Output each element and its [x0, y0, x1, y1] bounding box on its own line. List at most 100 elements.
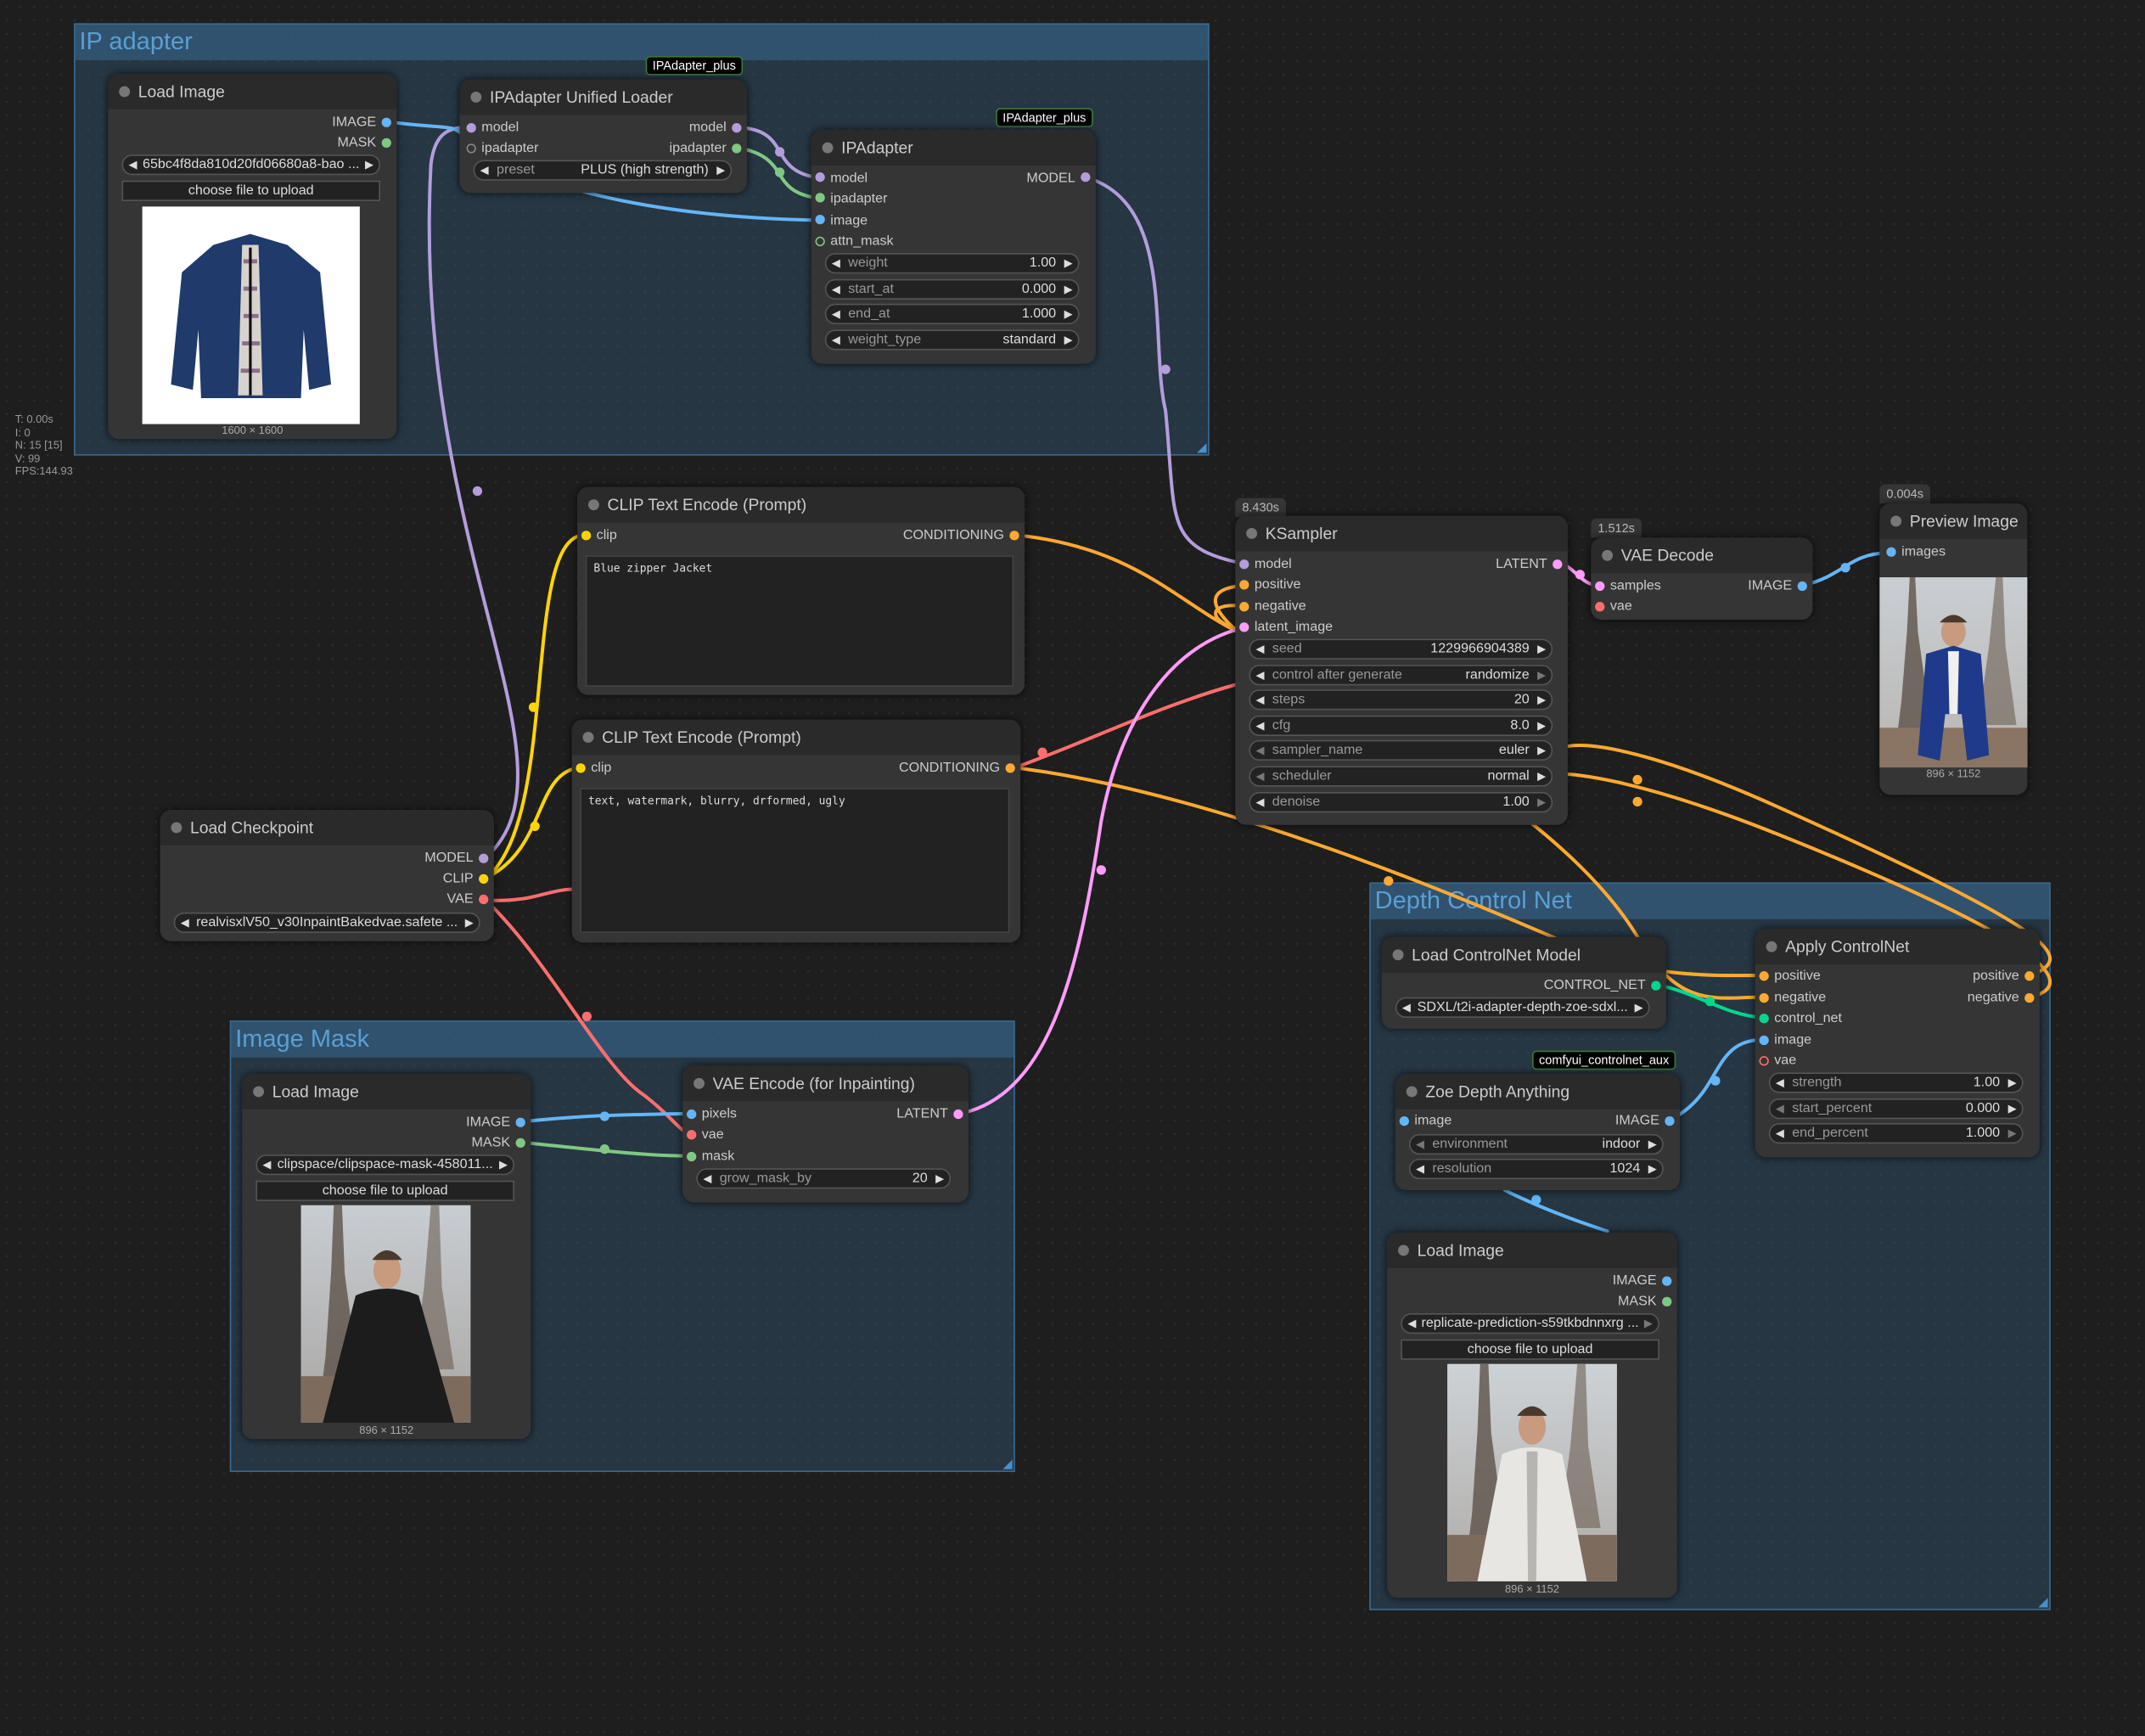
node-header[interactable]: Preview Image [1879, 503, 2028, 539]
input-slot-images[interactable] [1886, 547, 1896, 557]
node-header[interactable]: Load Image [1387, 1232, 1677, 1268]
collapse-dot[interactable] [822, 142, 834, 154]
input-slot-model[interactable] [1239, 559, 1249, 570]
arrow-right-icon[interactable]: ▶ [1064, 280, 1073, 298]
node-vae-encode-inpainting[interactable]: VAE Encode (for Inpainting) pixels vae m… [682, 1065, 969, 1203]
input-slot-vae[interactable] [1595, 602, 1605, 612]
output-slot-latent[interactable] [1553, 559, 1563, 570]
node-header[interactable]: VAE Encode (for Inpainting) [682, 1065, 969, 1102]
preset-select[interactable]: ◀ preset PLUS (high strength) ▶ [473, 160, 733, 181]
output-slot-conditioning[interactable] [1009, 531, 1019, 541]
input-slot-vae[interactable] [1759, 1056, 1769, 1066]
collapse-dot[interactable] [1398, 1244, 1409, 1256]
node-header[interactable]: VAE Decode [1591, 537, 1813, 574]
input-slot-model[interactable] [466, 123, 476, 133]
arrow-left-icon[interactable]: ◀ [703, 1170, 711, 1188]
output-slot-positive[interactable] [2024, 971, 2035, 981]
arrow-right-icon[interactable]: ▶ [1644, 1315, 1653, 1333]
input-slot-model[interactable] [815, 172, 825, 183]
arrow-right-icon[interactable]: ▶ [1064, 255, 1073, 272]
output-slot-mask[interactable] [1662, 1296, 1672, 1306]
node-header[interactable]: IPAdapter [811, 130, 1096, 166]
strength-widget[interactable]: ◀ strength 1.00 ▶ [1768, 1072, 2024, 1093]
node-vae-decode[interactable]: VAE Decode samples vae IMAGE [1591, 537, 1813, 621]
arrow-right-icon[interactable]: ▶ [2008, 1074, 2017, 1092]
collapse-dot[interactable] [693, 1077, 705, 1089]
arrow-left-icon[interactable]: ◀ [1255, 640, 1264, 658]
input-slot-image[interactable] [815, 215, 825, 225]
control-after-generate-select[interactable]: ◀ control after generate randomize ▶ [1249, 665, 1553, 686]
output-slot-image[interactable] [515, 1117, 525, 1127]
arrow-left-icon[interactable]: ◀ [1416, 1136, 1424, 1154]
input-slot-samples[interactable] [1595, 581, 1605, 592]
steps-widget[interactable]: ◀ steps 20 ▶ [1249, 689, 1553, 711]
arrow-left-icon[interactable]: ◀ [1255, 691, 1264, 709]
collapse-dot[interactable] [1246, 528, 1258, 539]
arrow-right-icon[interactable]: ▶ [1537, 794, 1546, 812]
arrow-right-icon[interactable]: ▶ [365, 156, 373, 174]
output-slot-image[interactable] [381, 117, 391, 127]
arrow-left-icon[interactable]: ◀ [832, 305, 840, 323]
arrow-left-icon[interactable]: ◀ [1402, 998, 1411, 1016]
output-slot-conditioning[interactable] [1005, 763, 1015, 773]
collapse-dot[interactable] [587, 499, 599, 511]
image-file-select[interactable]: ◀ 65bc4f8da810d20fd06680a8-bao ... ▶ [121, 154, 381, 176]
arrow-right-icon[interactable]: ▶ [2008, 1100, 2017, 1118]
arrow-right-icon[interactable]: ▶ [499, 1156, 508, 1174]
node-load-image-reference[interactable]: Load Image IMAGE MASK ◀ replicate-predict… [1387, 1232, 1677, 1598]
environment-select[interactable]: ◀ environment indoor ▶ [1408, 1133, 1664, 1155]
node-header[interactable]: KSampler [1235, 515, 1568, 552]
collapse-dot[interactable] [582, 732, 594, 744]
node-header[interactable]: Load Image [108, 74, 397, 110]
input-slot-positive[interactable] [1759, 971, 1769, 981]
arrow-left-icon[interactable]: ◀ [832, 280, 840, 298]
collapse-dot[interactable] [1406, 1086, 1418, 1098]
arrow-right-icon[interactable]: ▶ [1537, 666, 1546, 684]
node-ipadapter[interactable]: IPAdapter model ipadapter image attn_mas… [811, 130, 1096, 364]
denoise-widget[interactable]: ◀ denoise 1.00 ▶ [1249, 792, 1553, 813]
arrow-left-icon[interactable]: ◀ [1407, 1315, 1416, 1333]
collapse-dot[interactable] [1890, 515, 1902, 527]
arrow-right-icon[interactable]: ▶ [1064, 305, 1073, 323]
arrow-left-icon[interactable]: ◀ [480, 161, 489, 179]
resolution-widget[interactable]: ◀ resolution 1024 ▶ [1408, 1158, 1664, 1180]
input-slot-pixels[interactable] [687, 1109, 697, 1120]
seed-widget[interactable]: ◀ seed 1229966904389 ▶ [1249, 638, 1553, 660]
arrow-right-icon[interactable]: ▶ [1648, 1160, 1657, 1178]
output-slot-mask[interactable] [515, 1138, 525, 1149]
arrow-left-icon[interactable]: ◀ [181, 913, 189, 931]
node-clip-text-encode-positive[interactable]: CLIP Text Encode (Prompt) clip CONDITION… [577, 486, 1025, 695]
output-slot-latent[interactable] [953, 1109, 963, 1120]
input-slot-image[interactable] [1399, 1115, 1409, 1126]
upload-button[interactable]: choose file to upload [121, 180, 381, 201]
node-load-controlnet-model[interactable]: Load ControlNet Model CONTROL_NET ◀ SDXL/… [1381, 936, 1666, 1029]
output-slot-negative[interactable] [2024, 992, 2035, 1003]
collapse-dot[interactable] [1602, 549, 1614, 561]
input-slot-ipadapter[interactable] [815, 193, 825, 203]
arrow-left-icon[interactable]: ◀ [1255, 666, 1264, 684]
arrow-right-icon[interactable]: ▶ [1537, 716, 1546, 734]
arrow-left-icon[interactable]: ◀ [128, 156, 137, 174]
output-slot-model[interactable] [732, 123, 742, 133]
start-percent-widget[interactable]: ◀ start_percent 0.000 ▶ [1768, 1098, 2024, 1120]
arrow-right-icon[interactable]: ▶ [1537, 691, 1546, 709]
arrow-left-icon[interactable]: ◀ [262, 1156, 271, 1174]
output-slot-image[interactable] [1665, 1115, 1675, 1126]
scheduler-select[interactable]: ◀ scheduler normal ▶ [1249, 766, 1553, 787]
input-slot-image[interactable] [1759, 1035, 1769, 1046]
upload-button[interactable]: choose file to upload [255, 1180, 514, 1201]
arrow-right-icon[interactable]: ▶ [2008, 1125, 2017, 1143]
collapse-dot[interactable] [1392, 949, 1404, 961]
output-slot-mask[interactable] [381, 138, 391, 149]
collapse-dot[interactable] [470, 91, 482, 103]
arrow-right-icon[interactable]: ▶ [716, 161, 725, 179]
node-ipadapter-unified-loader[interactable]: IPAdapter Unified Loader model ipadapter… [459, 79, 747, 194]
input-slot-positive[interactable] [1239, 580, 1249, 590]
prompt-textarea[interactable]: Blue zipper Jacket [585, 555, 1014, 687]
cfg-widget[interactable]: ◀ cfg 8.0 ▶ [1249, 715, 1553, 736]
image-file-select[interactable]: ◀ replicate-prediction-s59tkbdnnxrg ... ▶ [1401, 1313, 1659, 1334]
arrow-left-icon[interactable]: ◀ [832, 331, 840, 349]
node-load-checkpoint[interactable]: Load Checkpoint MODEL CLIP VAE ◀ realvisx… [160, 810, 494, 941]
collapse-dot[interactable] [171, 822, 182, 834]
input-slot-mask[interactable] [687, 1151, 697, 1162]
